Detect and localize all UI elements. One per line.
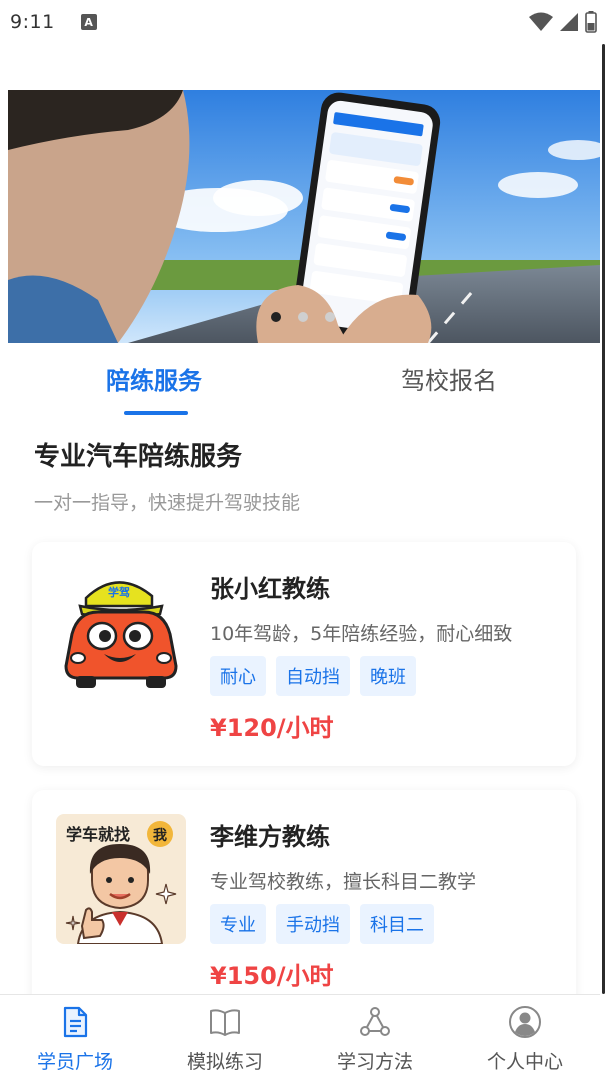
svg-text:学驾: 学驾	[108, 585, 130, 599]
coach-description: 10年驾龄，5年陪练经验，耐心细致	[210, 623, 513, 645]
svg-text:我: 我	[153, 828, 167, 844]
status-time: 9:11	[10, 11, 55, 33]
coach-price: ¥150/小时	[210, 962, 334, 990]
coach-description: 专业驾校教练，擅长科目二教学	[210, 871, 477, 893]
notification-icon: A	[80, 14, 97, 30]
status-bar: 9:11 A	[0, 0, 607, 44]
banner-carousel[interactable]	[8, 90, 600, 343]
coach-tag: 晚班	[360, 656, 416, 696]
nav-item-personal-center[interactable]: 个人中心	[450, 995, 600, 1080]
nav-item-study-methods[interactable]: 学习方法	[300, 995, 450, 1080]
coach-tag: 科目二	[360, 904, 434, 944]
nav-label: 学习方法	[336, 1051, 413, 1073]
tab-driving-school-signup[interactable]: 驾校报名	[401, 361, 497, 396]
status-icons	[529, 11, 597, 33]
coach-tag: 耐心	[210, 656, 266, 696]
carousel-dot-2[interactable]	[298, 312, 308, 322]
nav-label: 个人中心	[486, 1051, 563, 1073]
document-icon	[63, 1006, 88, 1038]
cartoon-car-with-cap-icon: 学驾	[56, 566, 186, 696]
coach-avatar: 学驾	[56, 566, 186, 696]
banner-image	[8, 90, 600, 343]
signal-icon	[560, 13, 578, 31]
battery-icon	[585, 11, 597, 33]
coach-card[interactable]: 学车就找 我 李维方教练 专业驾校教练，擅长科目二教学 专业 手动挡 科目二 ¥…	[32, 790, 576, 1020]
tab-indicator	[124, 411, 188, 415]
coach-price: ¥120/小时	[210, 714, 334, 742]
nav-item-mock-practice[interactable]: 模拟练习	[150, 995, 300, 1080]
nav-label: 模拟练习	[186, 1051, 263, 1073]
bottom-nav: 学员广场 模拟练习 学习方法 个人中心	[0, 994, 600, 1080]
carousel-dot-3[interactable]	[325, 312, 335, 322]
share-nodes-icon	[360, 1007, 390, 1036]
coach-card[interactable]: 学驾 张小红教练 10年驾龄，5年陪练经验，耐心细致 耐心 自动挡 晚班 ¥12…	[32, 542, 576, 766]
carousel-dot-1[interactable]	[271, 312, 281, 322]
svg-text:学车就找: 学车就找	[66, 825, 130, 844]
coach-tag: 自动挡	[276, 656, 350, 696]
section-subtitle: 一对一指导，快速提升驾驶技能	[34, 492, 301, 514]
coach-tags: 专业 手动挡 科目二	[210, 904, 434, 944]
coach-avatar: 学车就找 我	[56, 814, 186, 944]
coach-tag: 手动挡	[276, 904, 350, 944]
section-title: 专业汽车陪练服务	[34, 442, 243, 472]
coach-tags: 耐心 自动挡 晚班	[210, 656, 416, 696]
scrollbar[interactable]	[602, 44, 605, 994]
book-icon	[210, 1009, 240, 1036]
coach-tag: 专业	[210, 904, 266, 944]
cartoon-boy-thumbs-up-icon: 学车就找 我	[56, 814, 186, 944]
tab-coaching-service[interactable]: 陪练服务	[106, 361, 202, 396]
wifi-icon	[529, 12, 553, 31]
coach-name: 李维方教练	[210, 823, 330, 851]
nav-label: 学员广场	[36, 1051, 113, 1073]
coach-name: 张小红教练	[210, 575, 330, 603]
nav-item-student-plaza[interactable]: 学员广场	[0, 995, 150, 1080]
tab-bar: 陪练服务 驾校报名	[0, 343, 600, 421]
user-avatar-icon	[509, 1006, 541, 1038]
